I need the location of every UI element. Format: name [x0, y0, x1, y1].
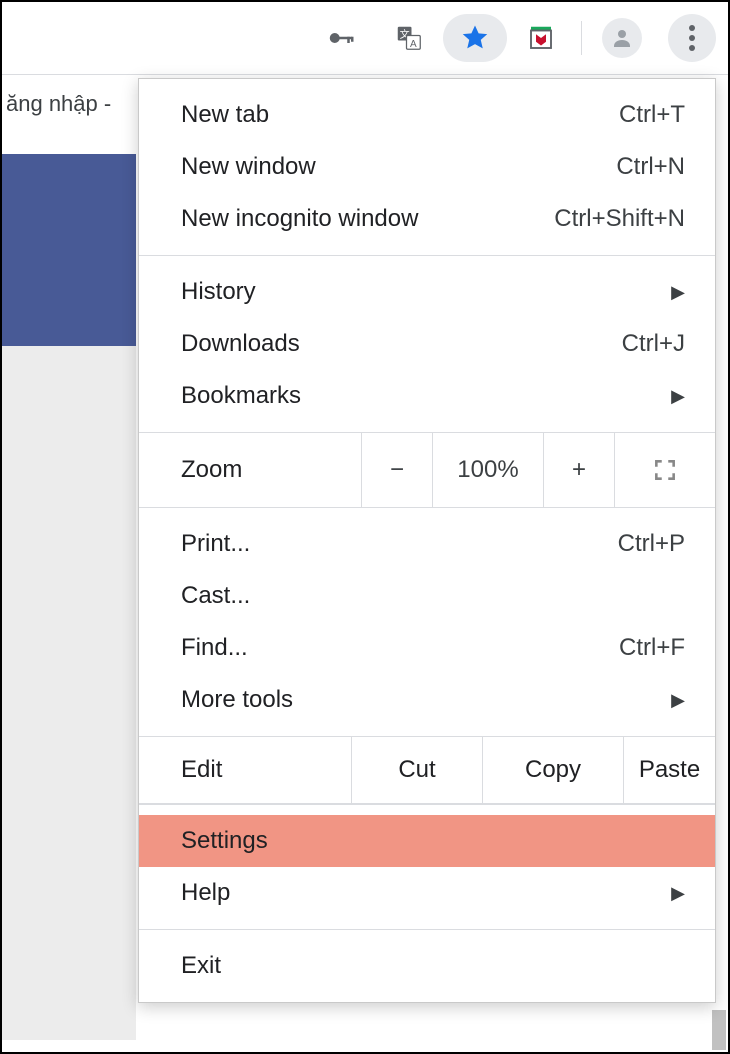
browser-window: 文A ăng nhập - New tab Ctrl+T New wi	[0, 0, 730, 1054]
menu-label: New tab	[181, 101, 619, 129]
page-background-blue	[2, 154, 136, 346]
submenu-arrow-icon: ▶	[671, 690, 685, 711]
zoom-in-button[interactable]: +	[543, 433, 614, 507]
menu-label: Find...	[181, 634, 619, 662]
menu-label: New window	[181, 153, 616, 181]
edit-label: Edit	[139, 737, 351, 803]
menu-label: Exit	[181, 952, 685, 980]
menu-label: Bookmarks	[181, 382, 671, 410]
menu-label: Settings	[181, 827, 685, 855]
menu-item-bookmarks[interactable]: Bookmarks ▶	[139, 370, 715, 422]
vertical-scrollbar-thumb[interactable]	[712, 1010, 726, 1050]
page-background-gray	[2, 346, 136, 1040]
svg-text:A: A	[410, 39, 417, 50]
menu-shortcut: Ctrl+P	[618, 530, 685, 558]
menu-zoom-row: Zoom − 100% +	[139, 432, 715, 508]
menu-shortcut: Ctrl+Shift+N	[554, 205, 685, 233]
menu-item-new-incognito[interactable]: New incognito window Ctrl+Shift+N	[139, 193, 715, 245]
zoom-out-button[interactable]: −	[361, 433, 432, 507]
menu-item-more-tools[interactable]: More tools ▶	[139, 674, 715, 726]
submenu-arrow-icon: ▶	[671, 883, 685, 904]
menu-separator	[139, 929, 715, 930]
mcafee-shield-icon[interactable]	[515, 12, 567, 64]
menu-shortcut: Ctrl+J	[622, 330, 685, 358]
chrome-main-menu: New tab Ctrl+T New window Ctrl+N New inc…	[138, 78, 716, 1003]
page-title-fragment: ăng nhập -	[6, 91, 111, 117]
password-key-icon[interactable]	[315, 12, 367, 64]
submenu-arrow-icon: ▶	[671, 386, 685, 407]
toolbar-separator	[581, 21, 582, 55]
menu-item-find[interactable]: Find... Ctrl+F	[139, 622, 715, 674]
menu-shortcut: Ctrl+N	[616, 153, 685, 181]
bookmark-star-button[interactable]	[443, 14, 507, 62]
menu-item-help[interactable]: Help ▶	[139, 867, 715, 919]
edit-cut-button[interactable]: Cut	[351, 737, 482, 803]
menu-item-exit[interactable]: Exit	[139, 940, 715, 992]
edit-copy-button[interactable]: Copy	[482, 737, 623, 803]
menu-item-downloads[interactable]: Downloads Ctrl+J	[139, 318, 715, 370]
submenu-arrow-icon: ▶	[671, 282, 685, 303]
menu-label: More tools	[181, 686, 671, 714]
menu-separator	[139, 804, 715, 805]
menu-label: Cast...	[181, 582, 685, 610]
menu-item-new-window[interactable]: New window Ctrl+N	[139, 141, 715, 193]
avatar-icon	[602, 18, 642, 58]
menu-item-cast[interactable]: Cast...	[139, 570, 715, 622]
zoom-percent: 100%	[432, 433, 543, 507]
edit-paste-button[interactable]: Paste	[623, 737, 715, 803]
menu-shortcut: Ctrl+F	[619, 634, 685, 662]
menu-edit-row: Edit Cut Copy Paste	[139, 736, 715, 804]
fullscreen-button[interactable]	[614, 433, 715, 507]
menu-shortcut: Ctrl+T	[619, 101, 685, 129]
menu-label: Downloads	[181, 330, 622, 358]
zoom-label: Zoom	[139, 433, 361, 507]
menu-item-new-tab[interactable]: New tab Ctrl+T	[139, 89, 715, 141]
menu-item-print[interactable]: Print... Ctrl+P	[139, 518, 715, 570]
menu-separator	[139, 255, 715, 256]
menu-label: History	[181, 278, 671, 306]
menu-item-history[interactable]: History ▶	[139, 266, 715, 318]
menu-label: Help	[181, 879, 671, 907]
main-menu-button[interactable]	[668, 14, 716, 62]
menu-label: New incognito window	[181, 205, 554, 233]
toolbar: 文A	[2, 2, 728, 74]
menu-item-settings[interactable]: Settings	[139, 815, 715, 867]
profile-button[interactable]	[596, 12, 648, 64]
menu-label: Print...	[181, 530, 618, 558]
translate-icon[interactable]: 文A	[383, 12, 435, 64]
